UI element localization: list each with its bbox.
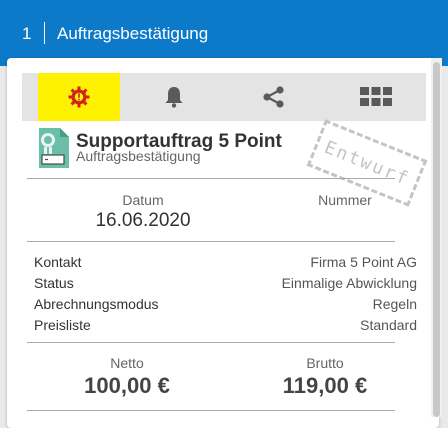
gross-value: 119,00 € — [282, 373, 368, 398]
detail-value-contact: Firma 5 Point AG — [310, 254, 417, 270]
net-label: Netto — [110, 355, 144, 371]
header-bar: 1 Auftragsbestätigung — [0, 0, 448, 66]
status-tab-button[interactable] — [38, 73, 120, 121]
status-gear-icon — [68, 86, 90, 108]
detail-value-billing-mode: Regeln — [372, 296, 417, 312]
scrollbar-thumb[interactable] — [433, 62, 440, 417]
detail-value-pricelist: Standard — [360, 317, 417, 333]
divider — [27, 178, 395, 179]
apps-grid-button[interactable] — [336, 73, 416, 121]
net-value: 100,00 € — [84, 373, 170, 398]
header-divider — [44, 22, 45, 44]
detail-label-status: Status — [34, 275, 74, 291]
certificate-document-icon — [39, 128, 69, 168]
divider — [27, 410, 395, 411]
share-button[interactable] — [234, 73, 314, 121]
bell-icon — [165, 87, 183, 108]
notifications-button[interactable] — [134, 73, 214, 121]
vertical-scrollbar[interactable] — [431, 58, 442, 417]
detail-label-pricelist: Preisliste — [34, 317, 91, 333]
action-toolbar — [22, 73, 426, 121]
date-value: 16.06.2020 — [95, 210, 191, 231]
detail-label-billing-mode: Abrechnungsmodus — [34, 296, 159, 312]
divider — [27, 342, 395, 343]
gross-label: Brutto — [306, 355, 344, 371]
detail-label-contact: Kontakt — [34, 254, 82, 270]
document-subtitle: Auftragsbestätigung — [76, 148, 201, 164]
date-label: Datum — [122, 192, 164, 208]
number-label: Nummer — [318, 192, 372, 208]
share-icon — [263, 86, 284, 108]
page-title: Auftragsbestätigung — [57, 24, 209, 43]
detail-value-status: Einmalige Abwicklung — [281, 275, 417, 291]
divider — [27, 241, 395, 242]
step-number: 1 — [22, 24, 32, 43]
grid-icon — [360, 87, 392, 106]
